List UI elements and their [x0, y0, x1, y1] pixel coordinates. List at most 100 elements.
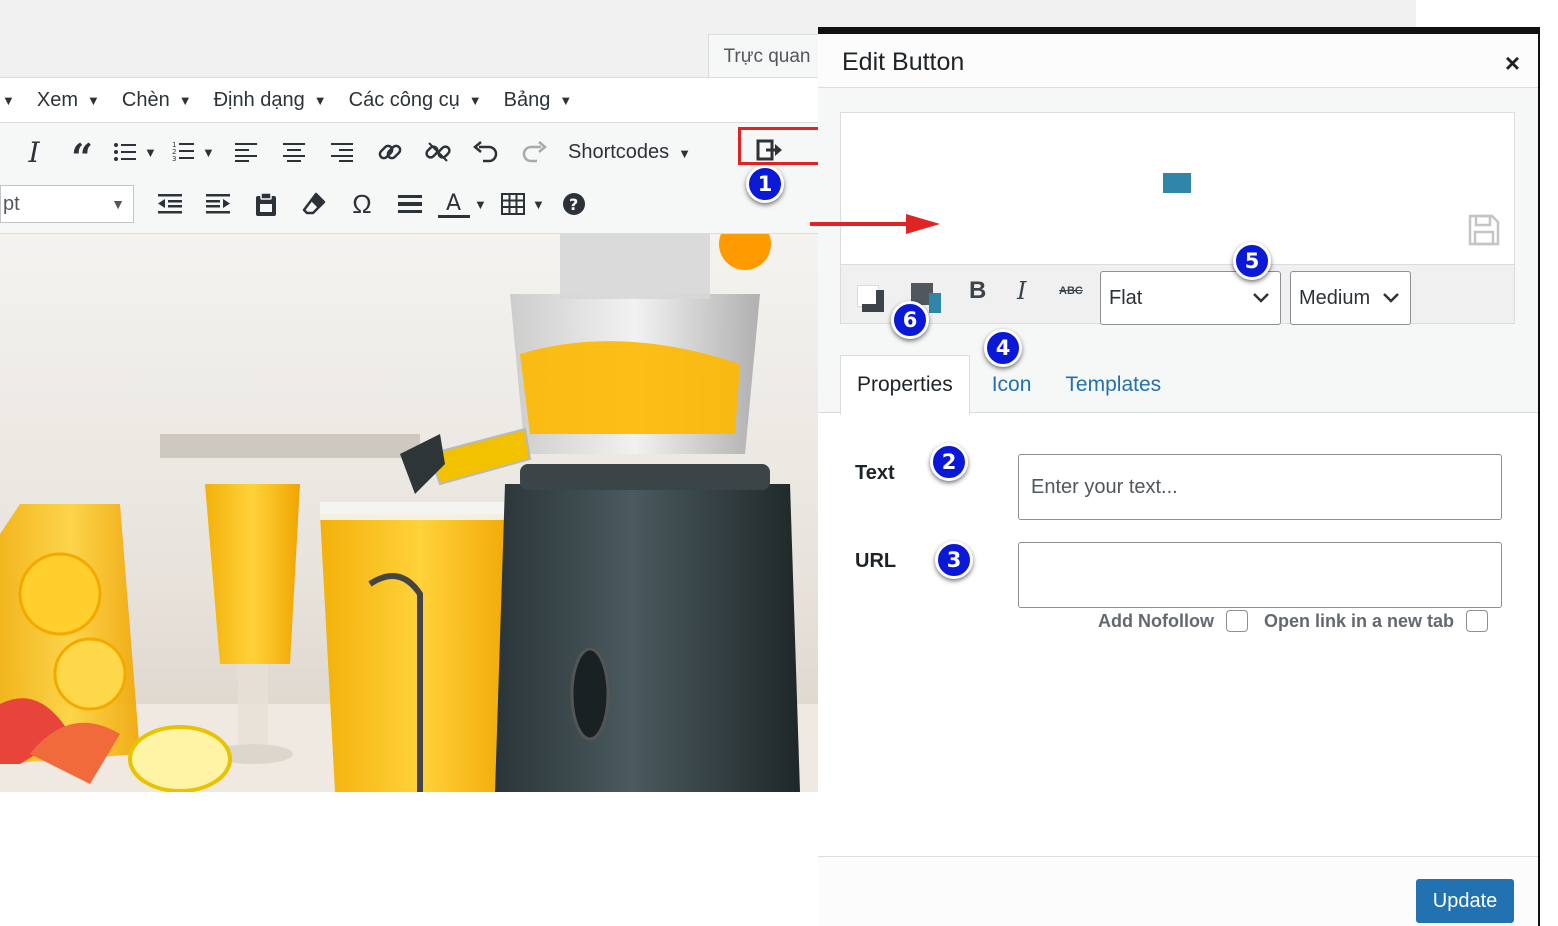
editor-menubar: ▼ Xem ▼ Chèn ▼ Định dạng ▼ Các công cụ ▼ Bản…: [0, 77, 818, 122]
style-dropdown-value: Flat: [1109, 286, 1143, 309]
caret-down-icon: ▼: [678, 145, 692, 161]
caret-down-icon[interactable]: ▼: [202, 145, 222, 160]
indent-button[interactable]: [194, 183, 242, 225]
tab-label: Icon: [991, 373, 1032, 396]
new-tab-checkbox[interactable]: [1466, 610, 1489, 632]
menu-item-insert[interactable]: Chèn ▼: [122, 89, 192, 112]
horizontal-line-button[interactable]: [386, 183, 434, 225]
caret-down-icon: ▼: [87, 92, 100, 108]
shortcodes-menu[interactable]: Shortcodes ▼: [558, 141, 697, 164]
toolbar-row-2: pt ▼ Ω A ▼ ▼ ?: [0, 179, 596, 229]
preview-button[interactable]: [1163, 173, 1191, 193]
caret-down-icon: ▼: [313, 92, 327, 108]
numbered-list-icon: 123: [172, 141, 194, 163]
clear-formatting-button[interactable]: [290, 183, 338, 225]
menu-item-table[interactable]: Bảng ▼: [504, 89, 573, 112]
special-character-button[interactable]: Ω: [338, 183, 386, 225]
update-button[interactable]: Update: [1416, 879, 1514, 923]
italic-style-button[interactable]: I: [1017, 277, 1026, 305]
chevron-down-icon: [1383, 293, 1399, 303]
tab-properties[interactable]: Properties: [840, 355, 970, 415]
svg-text:?: ?: [569, 195, 578, 214]
nofollow-label: Add Nofollow: [1098, 610, 1214, 631]
annotation-badge-5: 5: [1233, 242, 1271, 280]
button-preview: [840, 112, 1515, 264]
caret-down-icon: ▼: [178, 92, 192, 108]
eraser-icon: [302, 192, 326, 215]
align-center-button[interactable]: [270, 131, 318, 173]
text-color-swatch[interactable]: [857, 285, 884, 312]
strikethrough-button[interactable]: ABC: [1059, 285, 1083, 297]
menu-label: Xem: [36, 88, 78, 111]
insert-link-button[interactable]: [366, 131, 414, 173]
align-left-icon: [235, 143, 257, 162]
annotation-badge-3: 3: [935, 541, 973, 579]
italic-icon: I: [28, 135, 40, 169]
caret-down-icon[interactable]: ▼: [474, 197, 494, 212]
italic-button[interactable]: I: [10, 131, 58, 173]
arrow-right-icon: [810, 214, 940, 234]
help-button[interactable]: ?: [552, 183, 596, 225]
tab-label: Properties: [857, 373, 953, 396]
close-button[interactable]: ×: [1505, 48, 1520, 79]
blockquote-button[interactable]: “: [58, 131, 106, 177]
bullet-list-button[interactable]: [106, 131, 144, 173]
indent-icon: [206, 194, 230, 214]
caret-down-icon[interactable]: ▼: [144, 145, 164, 160]
style-toolbar: B I ABC Flat Medium: [840, 264, 1515, 325]
tab-visual-label: Trực quan: [723, 45, 811, 67]
chevron-down-icon: [1253, 293, 1269, 303]
table-button[interactable]: [494, 183, 532, 225]
undo-icon: [473, 141, 498, 163]
new-tab-label: Open link in a new tab: [1263, 610, 1455, 631]
caret-down-icon[interactable]: ▼: [532, 197, 552, 212]
annotation-badge-6: 6: [891, 301, 929, 339]
size-dropdown[interactable]: Medium: [1290, 271, 1411, 325]
text-input[interactable]: [1018, 454, 1502, 520]
font-size-value: pt: [3, 192, 20, 215]
nofollow-checkbox[interactable]: [1225, 610, 1248, 632]
horizontal-line-icon: [398, 195, 422, 213]
tab-visual[interactable]: Trực quan: [708, 34, 826, 78]
align-left-button[interactable]: [222, 131, 270, 173]
caret-down-icon: ▼: [559, 92, 573, 108]
paste-text-button[interactable]: [242, 183, 290, 225]
annotation-badge-1: 1: [746, 165, 784, 203]
dialog-title: Edit Button: [842, 48, 965, 76]
caret-down-icon: ▼: [468, 92, 482, 108]
help-icon: ?: [563, 193, 585, 215]
menu-item-partial[interactable]: ▼: [2, 93, 15, 108]
remove-link-button[interactable]: [414, 131, 462, 173]
redo-button[interactable]: [510, 131, 558, 173]
numbered-list-button[interactable]: 123: [164, 131, 202, 173]
tab-templates[interactable]: Templates: [1049, 356, 1177, 414]
text-color-icon: A: [438, 191, 470, 218]
menu-label: Định dạng: [213, 88, 305, 111]
link-icon: [378, 144, 402, 160]
bold-button[interactable]: B: [969, 277, 986, 305]
clipboard-icon: [256, 192, 276, 216]
editor-toolbar: I “ ▼ 123 ▼ Shortcodes ▼ pt ▼ Ω A ▼ ▼ ?: [0, 122, 818, 234]
bullet-list-icon: [114, 143, 136, 161]
edit-button-dialog: Edit Button × B I ABC Flat Medium Proper…: [818, 27, 1540, 926]
close-icon: ×: [1504, 48, 1520, 78]
undo-button[interactable]: [462, 131, 510, 173]
dialog-footer: Update: [818, 856, 1538, 926]
save-icon[interactable]: [1468, 214, 1500, 246]
menu-item-format[interactable]: Định dạng ▼: [214, 89, 327, 112]
text-color-button[interactable]: A: [434, 183, 474, 225]
font-size-select[interactable]: pt ▼: [0, 185, 134, 223]
menu-label: Các công cụ: [348, 88, 460, 111]
align-right-button[interactable]: [318, 131, 366, 173]
shortcodes-label: Shortcodes: [568, 140, 670, 163]
dialog-header: Edit Button ×: [818, 34, 1538, 88]
outdent-button[interactable]: [146, 183, 194, 225]
outdent-icon: [158, 194, 182, 214]
dialog-style-area: B I ABC Flat Medium Properties Icon Temp…: [818, 88, 1538, 415]
size-dropdown-value: Medium: [1299, 286, 1371, 309]
url-input[interactable]: [1018, 542, 1502, 608]
juicer-illustration: [0, 234, 818, 792]
menu-item-view[interactable]: Xem ▼: [37, 89, 100, 112]
annotation-badge-2: 2: [930, 443, 968, 481]
menu-item-tools[interactable]: Các công cụ ▼: [349, 89, 482, 112]
